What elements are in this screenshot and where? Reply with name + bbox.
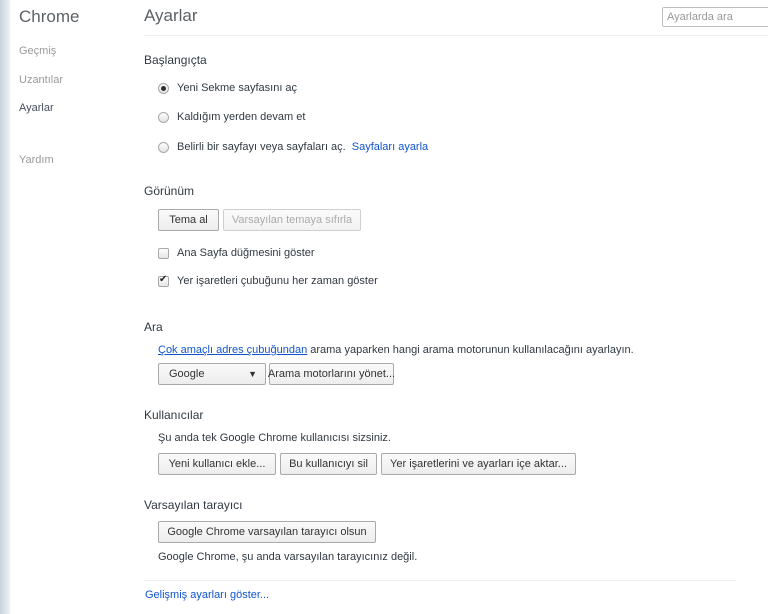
startup-option-label: Kaldığım yerden devam et bbox=[177, 111, 306, 123]
import-bookmarks-button[interactable]: Yer işaretlerini ve ayarları içe aktar..… bbox=[381, 453, 576, 475]
add-user-button[interactable]: Yeni kullanıcı ekle... bbox=[158, 453, 276, 475]
section-title-search: Ara bbox=[144, 320, 163, 334]
header-divider bbox=[144, 35, 768, 36]
radio-unchecked[interactable] bbox=[158, 111, 169, 123]
search-description-text: arama yaparken hangi arama motorunun kul… bbox=[310, 344, 634, 356]
window-edge bbox=[0, 0, 10, 614]
show-advanced-settings-link[interactable]: Gelişmiş ayarları göster... bbox=[145, 589, 269, 601]
search-description: Çok amaçlı adres çubuğundan arama yapark… bbox=[158, 344, 634, 356]
page-title: Ayarlar bbox=[144, 6, 198, 25]
sidebar-item-help[interactable]: Yardım bbox=[19, 154, 54, 166]
footer-divider bbox=[144, 580, 736, 581]
section-title-startup: Başlangıçta bbox=[144, 53, 207, 67]
manage-search-engines-button[interactable]: Arama motorlarını yönet... bbox=[268, 363, 395, 385]
settings-search-input[interactable] bbox=[662, 7, 768, 27]
home-button-option[interactable]: Ana Sayfa düğmesini göster bbox=[158, 247, 315, 259]
sidebar-item-history[interactable]: Geçmiş bbox=[19, 45, 56, 57]
default-browser-status: Google Chrome, şu anda varsayılan tarayı… bbox=[158, 551, 418, 563]
get-themes-button[interactable]: Tema al bbox=[158, 209, 219, 231]
radio-checked[interactable] bbox=[158, 82, 169, 94]
startup-option-specific-pages[interactable]: Belirli bir sayfayı veya sayfaları aç. S… bbox=[158, 141, 428, 153]
section-title-users: Kullanıcılar bbox=[144, 408, 204, 422]
users-description: Şu anda tek Google Chrome kullanıcısı si… bbox=[158, 432, 391, 444]
sidebar-item-extensions[interactable]: Uzantılar bbox=[19, 74, 63, 86]
bookmarks-bar-option[interactable]: Yer işaretleri çubuğunu her zaman göster bbox=[158, 274, 378, 287]
checkbox-checked[interactable] bbox=[158, 274, 169, 287]
section-title-default-browser: Varsayılan tarayıcı bbox=[144, 498, 243, 512]
omnibox-link[interactable]: Çok amaçlı adres çubuğundan bbox=[158, 344, 307, 356]
startup-option-continue[interactable]: Kaldığım yerden devam et bbox=[158, 111, 305, 123]
set-pages-link[interactable]: Sayfaları ayarla bbox=[352, 141, 428, 153]
checkbox-unchecked[interactable] bbox=[158, 247, 169, 259]
make-default-browser-button[interactable]: Google Chrome varsayılan tarayıcı olsun bbox=[158, 521, 376, 543]
startup-option-label: Belirli bir sayfayı veya sayfaları aç. bbox=[177, 141, 346, 153]
sidebar-item-settings[interactable]: Ayarlar bbox=[19, 102, 54, 114]
section-title-appearance: Görünüm bbox=[144, 184, 195, 198]
bookmarks-bar-label: Yer işaretleri çubuğunu her zaman göster bbox=[177, 275, 378, 287]
radio-unchecked[interactable] bbox=[158, 141, 169, 153]
dropdown-arrow-icon: ▼ bbox=[248, 369, 257, 379]
sidebar-brand: Chrome bbox=[19, 7, 80, 26]
delete-user-button[interactable]: Bu kullanıcıyı sil bbox=[280, 453, 377, 475]
home-button-label: Ana Sayfa düğmesini göster bbox=[177, 247, 315, 259]
search-engine-value: Google bbox=[169, 368, 205, 380]
reset-theme-button[interactable]: Varsayılan temaya sıfırla bbox=[223, 209, 361, 231]
startup-option-new-tab[interactable]: Yeni Sekme sayfasını aç bbox=[158, 82, 297, 94]
startup-option-label: Yeni Sekme sayfasını aç bbox=[177, 82, 298, 94]
search-engine-select[interactable]: Google ▼ bbox=[158, 363, 266, 385]
sidebar: Chrome Geçmiş Uzantılar Ayarlar Yardım bbox=[10, 0, 128, 614]
